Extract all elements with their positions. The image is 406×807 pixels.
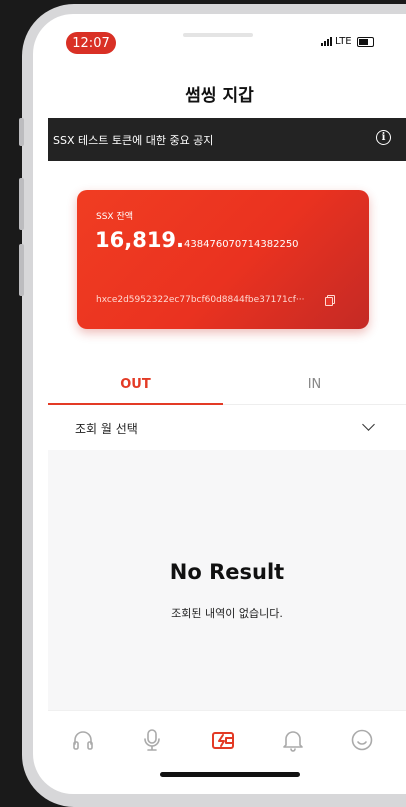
balance-amount: 16,819.438476070714382250 <box>95 228 299 252</box>
notice-banner[interactable]: SSX 테스트 토큰에 대한 중요 공지 i <box>48 118 406 161</box>
balance-label: SSX 잔액 <box>96 212 134 222</box>
app-screen: 12:07 LTE 썸씽 지갑 SSX 테스트 토큰에 대한 중요 공지 i S… <box>33 14 406 794</box>
bell-icon[interactable] <box>280 727 306 753</box>
bottom-navigation <box>48 710 406 773</box>
phone-side-button <box>19 178 24 230</box>
transfer-tabs: OUT IN <box>48 364 406 405</box>
phone-side-button <box>19 118 24 146</box>
tab-in[interactable]: IN <box>223 364 406 404</box>
month-select-dropdown[interactable]: 조회 월 선택 <box>48 406 406 450</box>
network-label: LTE <box>335 36 352 47</box>
balance-integer: 16,819. <box>95 228 185 252</box>
wallet-icon[interactable] <box>210 727 236 753</box>
home-indicator[interactable] <box>160 772 300 777</box>
info-icon[interactable]: i <box>376 130 391 145</box>
signal-icon <box>321 37 332 46</box>
speaker-notch <box>183 33 253 37</box>
headphones-icon[interactable] <box>70 727 96 753</box>
status-time: 12:07 <box>66 32 116 54</box>
battery-icon <box>356 36 374 47</box>
balance-decimal: 438476070714382250 <box>184 239 299 250</box>
smile-icon[interactable] <box>349 727 375 753</box>
tab-out[interactable]: OUT <box>48 364 223 405</box>
empty-state-subtitle: 조회된 내역이 없습니다. <box>171 607 283 620</box>
empty-state-title: No Result <box>169 560 285 584</box>
status-indicators: LTE <box>321 36 374 47</box>
notice-text: SSX 테스트 토큰에 대한 중요 공지 <box>53 133 214 147</box>
page-title: 썸씽 지갑 <box>185 86 254 106</box>
copy-icon[interactable] <box>325 295 335 306</box>
chevron-down-icon <box>362 418 375 431</box>
phone-side-button <box>19 244 24 296</box>
month-select-label: 조회 월 선택 <box>75 421 138 436</box>
microphone-icon[interactable] <box>139 727 165 753</box>
wallet-address: hxce2d5952322ec77bcf60d8844fbe37171cf··· <box>96 295 305 305</box>
wallet-card[interactable]: SSX 잔액 16,819.438476070714382250 hxce2d5… <box>77 190 369 329</box>
